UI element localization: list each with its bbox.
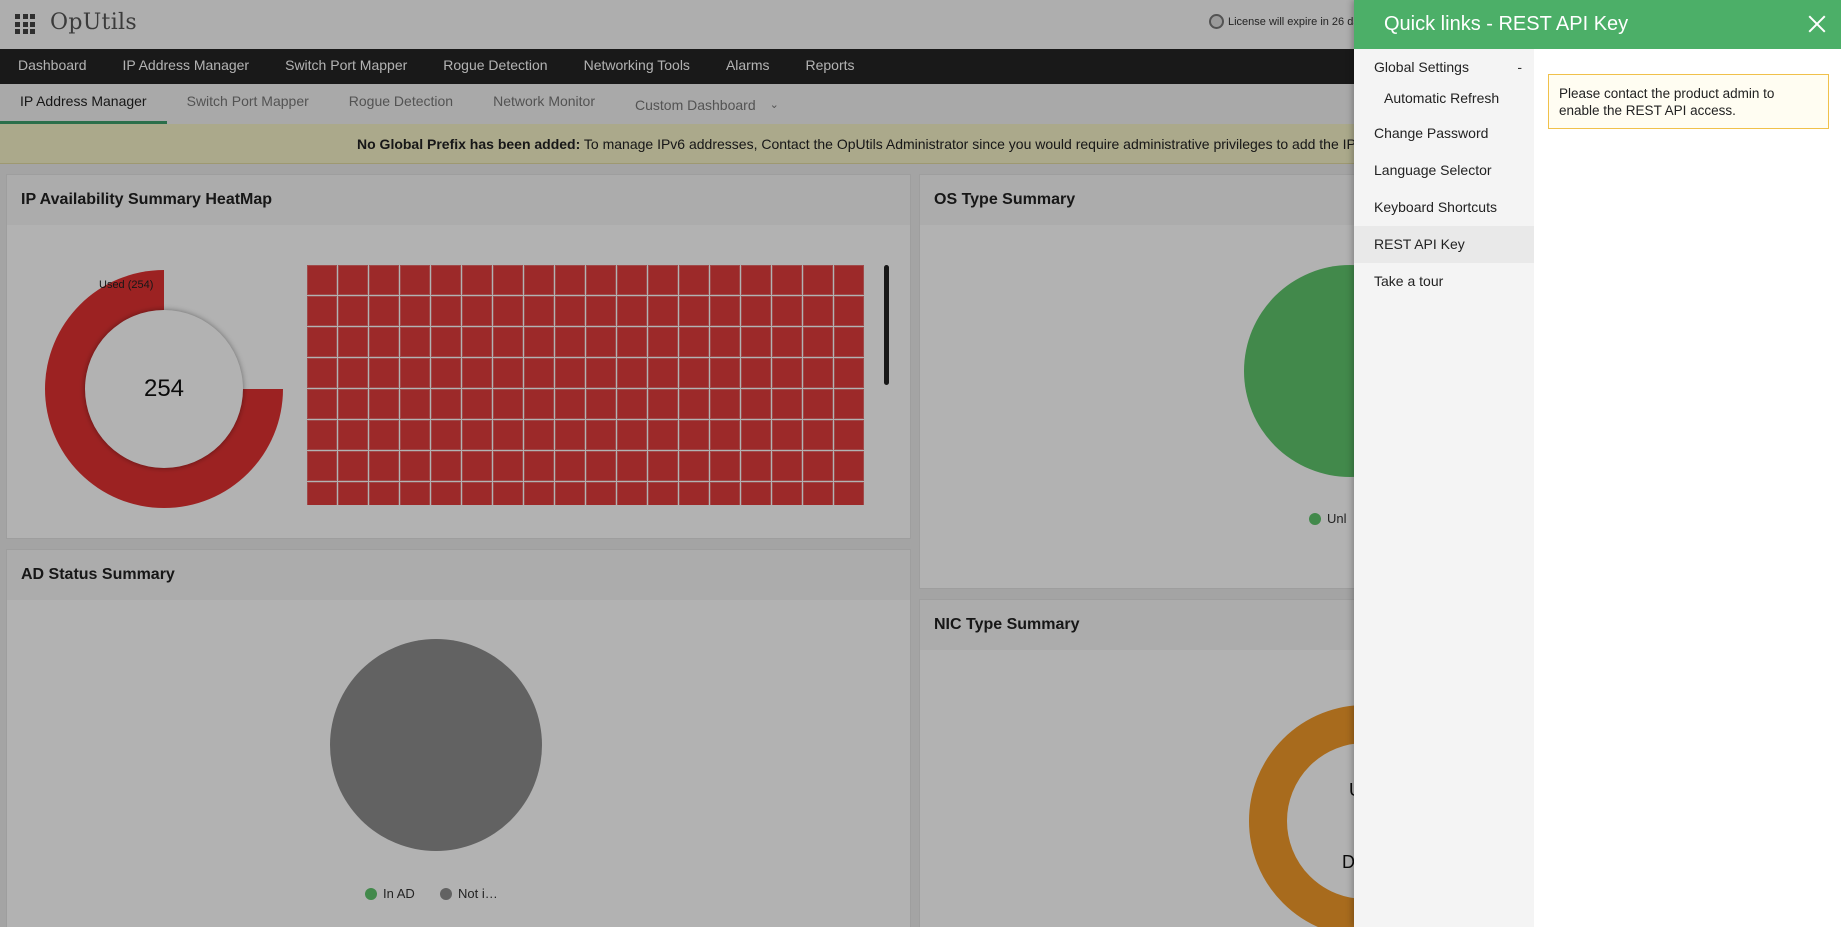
menu-change-password[interactable]: Change Password [1354, 115, 1534, 152]
drawer-title: Quick links - REST API Key [1384, 13, 1629, 35]
menu-language-selector[interactable]: Language Selector [1354, 152, 1534, 189]
menu-take-a-tour[interactable]: Take a tour [1354, 263, 1534, 300]
rest-api-notice: Please contact the product admin to enab… [1548, 74, 1829, 129]
modal-backdrop[interactable] [0, 0, 1354, 927]
close-icon[interactable] [1807, 14, 1827, 34]
menu-automatic-refresh[interactable]: Automatic Refresh [1354, 80, 1534, 117]
menu-rest-api-key[interactable]: REST API Key [1354, 226, 1534, 263]
menu-label: Global Settings [1374, 59, 1469, 75]
menu-keyboard-shortcuts[interactable]: Keyboard Shortcuts [1354, 189, 1534, 226]
quick-links-drawer: Quick links - REST API Key Global Settin… [1354, 0, 1841, 927]
drawer-header: Quick links - REST API Key [1354, 0, 1841, 49]
quick-links-menu: Global Settings - Automatic Refresh Chan… [1354, 49, 1534, 927]
